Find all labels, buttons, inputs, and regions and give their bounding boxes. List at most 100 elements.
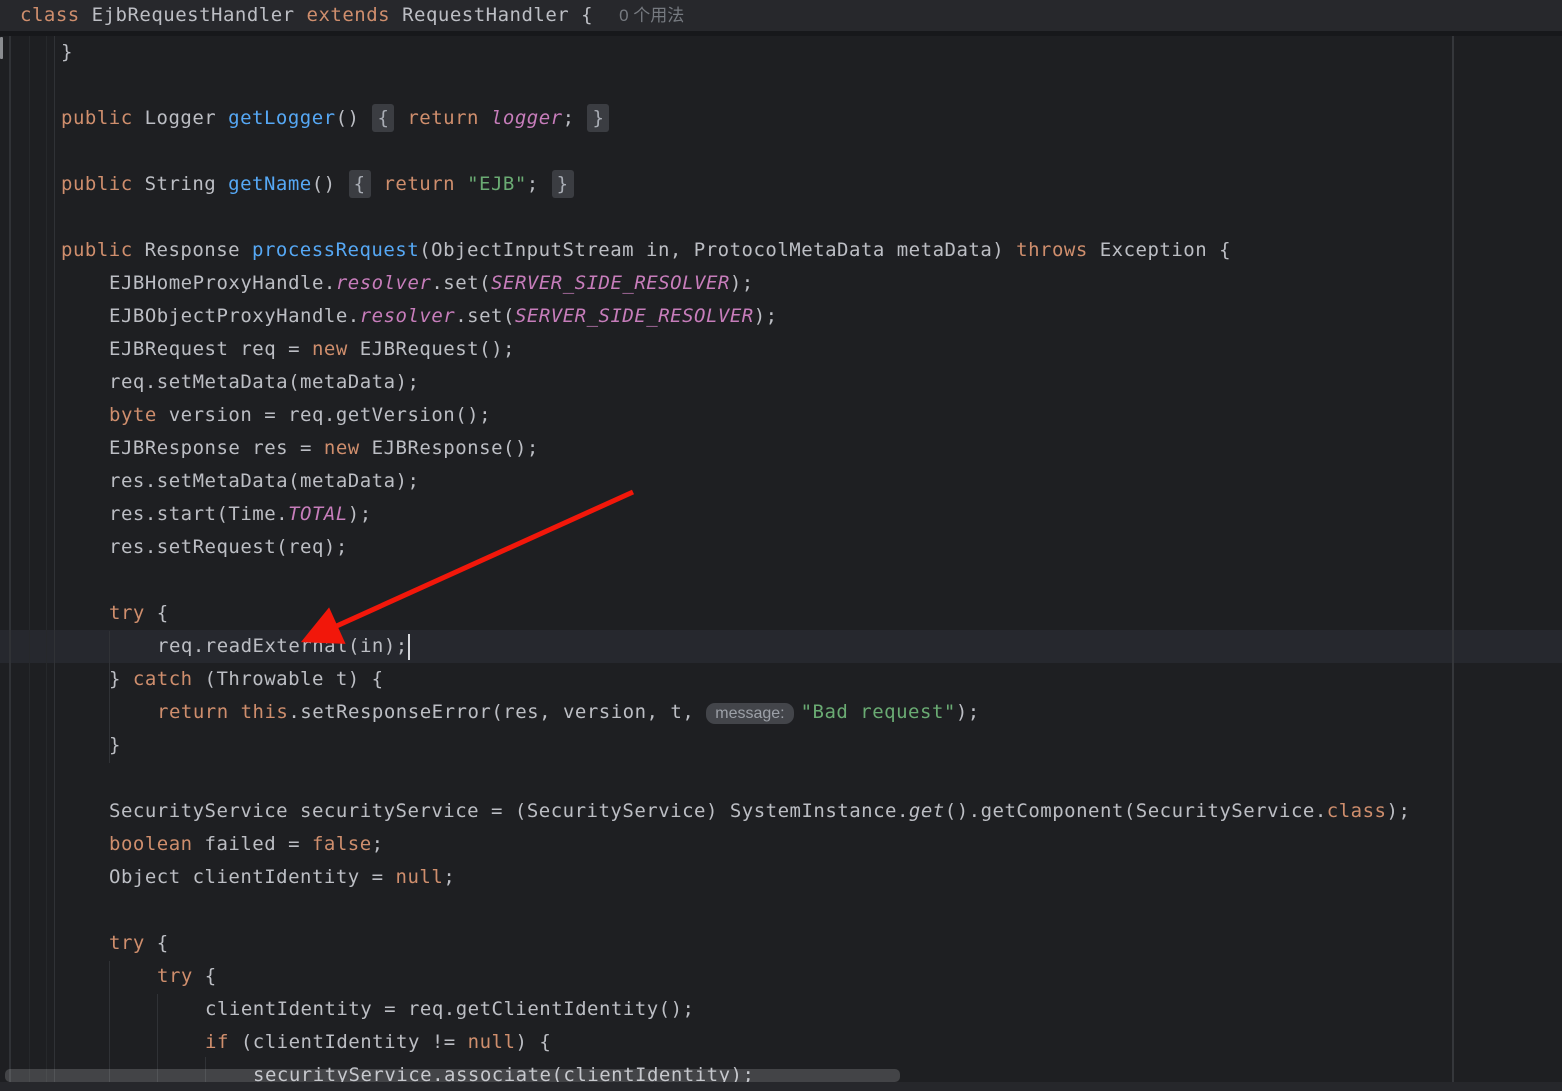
- code-line[interactable]: }: [0, 36, 1562, 69]
- code-line[interactable]: byte version = req.getVersion();: [0, 399, 1562, 432]
- code-line[interactable]: boolean failed = false;: [0, 828, 1562, 861]
- string-token: "EJB": [467, 173, 527, 195]
- code-line[interactable]: }: [0, 729, 1562, 762]
- keyword-token: try: [109, 602, 145, 624]
- plain-token: (clientIdentity !=: [229, 1031, 468, 1053]
- static-call-token: get: [909, 800, 945, 822]
- code-line[interactable]: public Logger getLogger() { return logge…: [0, 102, 1562, 135]
- keyword-token: return: [383, 173, 455, 195]
- text-caret: [408, 634, 410, 660]
- plain-token: version = req.getVersion();: [157, 404, 491, 426]
- plain-token: Response: [133, 239, 252, 261]
- keyword-token: false: [312, 833, 372, 855]
- plain-token: );: [730, 272, 754, 294]
- plain-token: req.setMetaData(metaData);: [109, 371, 419, 393]
- code-line[interactable]: req.setMetaData(metaData);: [0, 366, 1562, 399]
- code-line[interactable]: [0, 894, 1562, 927]
- code-line[interactable]: [0, 762, 1562, 795]
- plain-token: [229, 701, 241, 723]
- fold-brace[interactable]: {: [372, 104, 394, 132]
- plain-token: ;: [372, 833, 384, 855]
- field-token: resolver: [336, 272, 432, 294]
- code-line[interactable]: [0, 69, 1562, 102]
- gutter-scroll-marker: [0, 37, 3, 59]
- plain-token: RequestHandler {: [390, 4, 593, 26]
- code-line[interactable]: if (clientIdentity != null) {: [0, 1026, 1562, 1059]
- code-line[interactable]: [0, 201, 1562, 234]
- plain-token: );: [1387, 800, 1411, 822]
- code-line[interactable]: EJBHomeProxyHandle.resolver.set(SERVER_S…: [0, 267, 1562, 300]
- inlay-hint-message[interactable]: message:: [706, 703, 793, 724]
- code-line[interactable]: req.readExternal(in);: [0, 630, 1562, 663]
- plain-token: ;: [563, 107, 587, 129]
- keyword-token: new: [324, 437, 360, 459]
- keyword-token: return: [157, 701, 229, 723]
- field-token: logger: [491, 107, 563, 129]
- plain-token: (): [312, 173, 348, 195]
- code-line[interactable]: clientIdentity = req.getClientIdentity()…: [0, 993, 1562, 1026]
- code-line[interactable]: public Response processRequest(ObjectInp…: [0, 234, 1562, 267]
- keyword-token: class: [20, 4, 80, 26]
- keyword-token: if: [205, 1031, 229, 1053]
- code-line[interactable]: return this.setResponseError(res, versio…: [0, 696, 1562, 729]
- code-line[interactable]: res.setRequest(req);: [0, 531, 1562, 564]
- plain-token: res.setMetaData(metaData);: [109, 470, 419, 492]
- plain-token: EJBResponse();: [360, 437, 539, 459]
- keyword-token: extends: [307, 4, 391, 26]
- plain-token: {: [193, 965, 217, 987]
- plain-token: [395, 107, 407, 129]
- keyword-token: this: [241, 701, 289, 723]
- plain-token: [372, 173, 384, 195]
- code-area[interactable]: }public Logger getLogger() { return logg…: [0, 0, 1562, 1091]
- sticky-class-header[interactable]: class EjbRequestHandler extends RequestH…: [0, 0, 1562, 36]
- fold-brace[interactable]: }: [552, 170, 574, 198]
- code-editor: }public Logger getLogger() { return logg…: [0, 0, 1562, 1091]
- plain-token: [455, 173, 467, 195]
- keyword-token: try: [109, 932, 145, 954]
- plain-token: [479, 107, 491, 129]
- keyword-token: catch: [133, 668, 193, 690]
- plain-token: }: [109, 734, 121, 756]
- bottom-edge-strip: [0, 1082, 1562, 1091]
- horizontal-scrollbar-thumb[interactable]: [5, 1069, 900, 1082]
- plain-token: ;: [527, 173, 551, 195]
- code-line[interactable]: [0, 564, 1562, 597]
- plain-token: (Throwable t) {: [193, 668, 384, 690]
- plain-token: );: [348, 503, 372, 525]
- keyword-token: new: [312, 338, 348, 360]
- plain-token: EJBRequest req =: [109, 338, 312, 360]
- field-token: SERVER_SIDE_RESOLVER: [491, 272, 730, 294]
- code-line[interactable]: Object clientIdentity = null;: [0, 861, 1562, 894]
- code-line[interactable]: [0, 135, 1562, 168]
- keyword-token: try: [157, 965, 193, 987]
- code-line[interactable]: try {: [0, 960, 1562, 993]
- code-line[interactable]: try {: [0, 927, 1562, 960]
- code-line[interactable]: try {: [0, 597, 1562, 630]
- fold-brace[interactable]: }: [587, 104, 609, 132]
- plain-token: SecurityService securityService = (Secur…: [109, 800, 909, 822]
- plain-token: res.setRequest(req);: [109, 536, 348, 558]
- field-token: TOTAL: [288, 503, 348, 525]
- code-line[interactable]: SecurityService securityService = (Secur…: [0, 795, 1562, 828]
- code-line[interactable]: EJBRequest req = new EJBRequest();: [0, 333, 1562, 366]
- code-line[interactable]: EJBObjectProxyHandle.resolver.set(SERVER…: [0, 300, 1562, 333]
- keyword-token: byte: [109, 404, 157, 426]
- code-line[interactable]: res.start(Time.TOTAL);: [0, 498, 1562, 531]
- code-line[interactable]: } catch (Throwable t) {: [0, 663, 1562, 696]
- plain-token: req.readExternal(in);: [157, 635, 408, 657]
- code-line[interactable]: res.setMetaData(metaData);: [0, 465, 1562, 498]
- plain-token: (ObjectInputStream in, ProtocolMetaData …: [419, 239, 1016, 261]
- code-line[interactable]: EJBResponse res = new EJBResponse();: [0, 432, 1562, 465]
- method-name-token: getLogger: [228, 107, 335, 129]
- plain-token: ;: [443, 866, 455, 888]
- keyword-token: return: [407, 107, 479, 129]
- usages-hint[interactable]: 0 个用法: [619, 6, 684, 25]
- field-token: resolver: [360, 305, 456, 327]
- plain-token: );: [956, 701, 980, 723]
- fold-brace[interactable]: {: [349, 170, 371, 198]
- plain-token: ().getComponent(SecurityService.: [945, 800, 1327, 822]
- plain-token: EJBResponse res =: [109, 437, 324, 459]
- code-line[interactable]: public String getName() { return "EJB"; …: [0, 168, 1562, 201]
- plain-token: Object clientIdentity =: [109, 866, 396, 888]
- plain-token: .setResponseError(res, version, t,: [288, 701, 706, 723]
